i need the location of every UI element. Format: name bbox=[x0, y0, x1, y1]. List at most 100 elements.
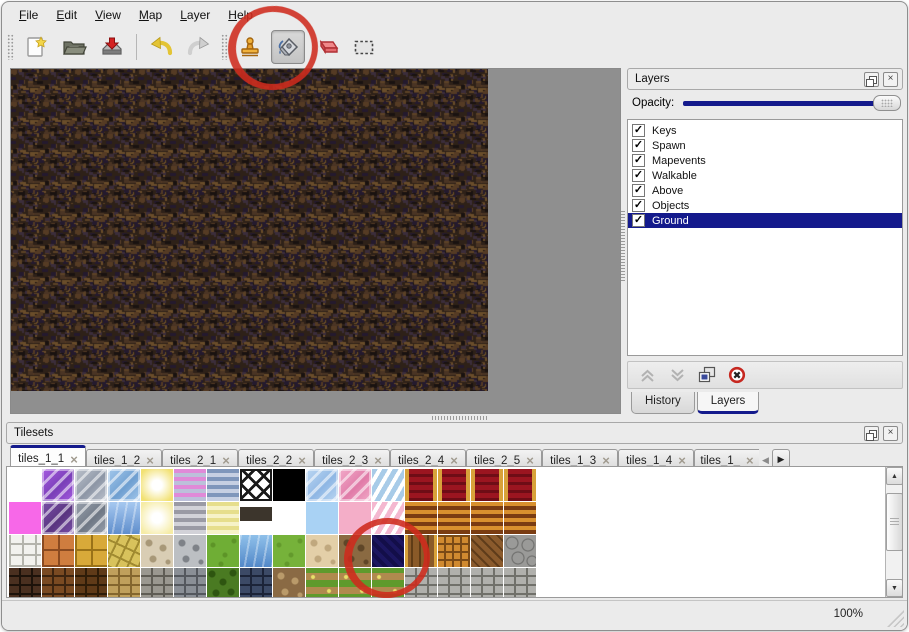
layer-row-walkable[interactable]: ✓Walkable bbox=[628, 168, 902, 183]
palette-tile-1-4[interactable] bbox=[108, 469, 140, 501]
opacity-slider-handle[interactable] bbox=[873, 95, 901, 111]
layer-visibility-checkbox[interactable]: ✓ bbox=[632, 154, 645, 167]
layer-visibility-checkbox[interactable]: ✓ bbox=[632, 139, 645, 152]
layer-visibility-checkbox[interactable]: ✓ bbox=[632, 214, 645, 227]
palette-tile-4-5[interactable] bbox=[141, 568, 173, 598]
palette-tile-1-15[interactable] bbox=[471, 469, 503, 501]
stamp-tool-button[interactable] bbox=[233, 30, 267, 64]
palette-tile-1-10[interactable] bbox=[306, 469, 338, 501]
scrollbar-thumb[interactable] bbox=[886, 493, 903, 551]
undo-button[interactable] bbox=[144, 30, 178, 64]
palette-tile-2-10[interactable] bbox=[306, 502, 338, 534]
layer-row-ground[interactable]: ✓Ground bbox=[628, 213, 902, 228]
palette-tile-1-14[interactable] bbox=[438, 469, 470, 501]
layer-visibility-checkbox[interactable]: ✓ bbox=[632, 199, 645, 212]
palette-tile-3-12[interactable] bbox=[372, 535, 404, 567]
palette-tile-3-13[interactable] bbox=[405, 535, 437, 567]
palette-tile-3-14[interactable] bbox=[438, 535, 470, 567]
open-map-button[interactable] bbox=[57, 30, 91, 64]
opacity-slider[interactable] bbox=[681, 95, 901, 111]
menu-file[interactable]: File bbox=[10, 4, 47, 26]
save-map-button[interactable] bbox=[95, 30, 129, 64]
lower-layer-button[interactable] bbox=[668, 366, 686, 384]
scroll-up-button[interactable]: ▲ bbox=[886, 467, 903, 485]
palette-tile-3-9[interactable] bbox=[273, 535, 305, 567]
palette-tile-1-11[interactable] bbox=[339, 469, 371, 501]
palette-tile-4-2[interactable] bbox=[42, 568, 74, 598]
palette-tile-3-3[interactable] bbox=[75, 535, 107, 567]
palette-tile-2-3[interactable] bbox=[75, 502, 107, 534]
close-panel-button[interactable]: × bbox=[883, 426, 898, 441]
palette-tile-4-11[interactable] bbox=[339, 568, 371, 598]
palette-tile-2-2[interactable] bbox=[42, 502, 74, 534]
rect-select-tool-button[interactable] bbox=[347, 30, 381, 64]
palette-tile-2-13[interactable] bbox=[405, 502, 437, 534]
layer-row-objects[interactable]: ✓Objects bbox=[628, 198, 902, 213]
palette-tile-3-11[interactable] bbox=[339, 535, 371, 567]
palette-tile-1-6[interactable] bbox=[174, 469, 206, 501]
palette-tile-1-1[interactable] bbox=[9, 469, 41, 501]
tileset-scrollbar[interactable]: ▲ ▼ bbox=[885, 467, 902, 597]
palette-tile-1-2[interactable] bbox=[42, 469, 74, 501]
palette-tile-2-8[interactable] bbox=[240, 502, 272, 534]
tab-close-icon[interactable]: × bbox=[70, 453, 78, 466]
palette-tile-1-16[interactable] bbox=[504, 469, 536, 501]
palette-tile-2-1[interactable] bbox=[9, 502, 41, 534]
palette-tile-4-9[interactable] bbox=[273, 568, 305, 598]
palette-tile-4-6[interactable] bbox=[174, 568, 206, 598]
fill-tool-button[interactable] bbox=[271, 30, 305, 64]
palette-tile-3-10[interactable] bbox=[306, 535, 338, 567]
layer-row-spawn[interactable]: ✓Spawn bbox=[628, 138, 902, 153]
palette-tile-2-12[interactable] bbox=[372, 502, 404, 534]
palette-tile-1-9[interactable] bbox=[273, 469, 305, 501]
float-panel-button[interactable] bbox=[864, 72, 879, 87]
duplicate-layer-button[interactable] bbox=[698, 366, 716, 384]
dock-tab-layers[interactable]: Layers bbox=[697, 392, 760, 414]
palette-tile-3-15[interactable] bbox=[471, 535, 503, 567]
palette-tile-4-10[interactable] bbox=[306, 568, 338, 598]
dock-tab-history[interactable]: History bbox=[631, 392, 695, 414]
eraser-tool-button[interactable] bbox=[309, 30, 343, 64]
palette-tile-4-13[interactable] bbox=[405, 568, 437, 598]
layer-visibility-checkbox[interactable]: ✓ bbox=[632, 169, 645, 182]
redo-button[interactable] bbox=[182, 30, 216, 64]
toolbar-grip[interactable] bbox=[221, 34, 228, 60]
vertical-splitter-handle[interactable] bbox=[621, 211, 625, 281]
palette-tile-3-1[interactable] bbox=[9, 535, 41, 567]
palette-tile-4-14[interactable] bbox=[438, 568, 470, 598]
close-panel-button[interactable]: × bbox=[883, 72, 898, 87]
menu-view[interactable]: View bbox=[86, 4, 130, 26]
palette-tile-1-7[interactable] bbox=[207, 469, 239, 501]
menu-map[interactable]: Map bbox=[130, 4, 171, 26]
scroll-down-button[interactable]: ▼ bbox=[886, 579, 903, 597]
palette-tile-1-13[interactable] bbox=[405, 469, 437, 501]
palette-tile-2-14[interactable] bbox=[438, 502, 470, 534]
palette-tile-1-12[interactable] bbox=[372, 469, 404, 501]
palette-tile-4-15[interactable] bbox=[471, 568, 503, 598]
layer-row-mapevents[interactable]: ✓Mapevents bbox=[628, 153, 902, 168]
delete-layer-button[interactable] bbox=[728, 366, 746, 384]
palette-tile-3-2[interactable] bbox=[42, 535, 74, 567]
menu-edit[interactable]: Edit bbox=[47, 4, 86, 26]
palette-tile-3-6[interactable] bbox=[174, 535, 206, 567]
palette-tile-2-15[interactable] bbox=[471, 502, 503, 534]
map-canvas[interactable] bbox=[11, 69, 488, 391]
palette-tile-4-8[interactable] bbox=[240, 568, 272, 598]
menu-layer[interactable]: Layer bbox=[171, 4, 219, 26]
palette-tile-1-5[interactable] bbox=[141, 469, 173, 501]
palette-tile-2-7[interactable] bbox=[207, 502, 239, 534]
palette-tile-1-8[interactable] bbox=[240, 469, 272, 501]
menu-help[interactable]: Help bbox=[219, 4, 262, 26]
palette-tile-4-12[interactable] bbox=[372, 568, 404, 598]
palette-tile-4-4[interactable] bbox=[108, 568, 140, 598]
layer-visibility-checkbox[interactable]: ✓ bbox=[632, 124, 645, 137]
palette-tile-2-6[interactable] bbox=[174, 502, 206, 534]
palette-tile-4-1[interactable] bbox=[9, 568, 41, 598]
palette-tile-4-3[interactable] bbox=[75, 568, 107, 598]
raise-layer-button[interactable] bbox=[638, 366, 656, 384]
resize-grip[interactable] bbox=[887, 610, 904, 627]
toolbar-grip[interactable] bbox=[7, 34, 14, 60]
palette-tile-2-9[interactable] bbox=[273, 502, 305, 534]
palette-tile-2-11[interactable] bbox=[339, 502, 371, 534]
layer-visibility-checkbox[interactable]: ✓ bbox=[632, 184, 645, 197]
